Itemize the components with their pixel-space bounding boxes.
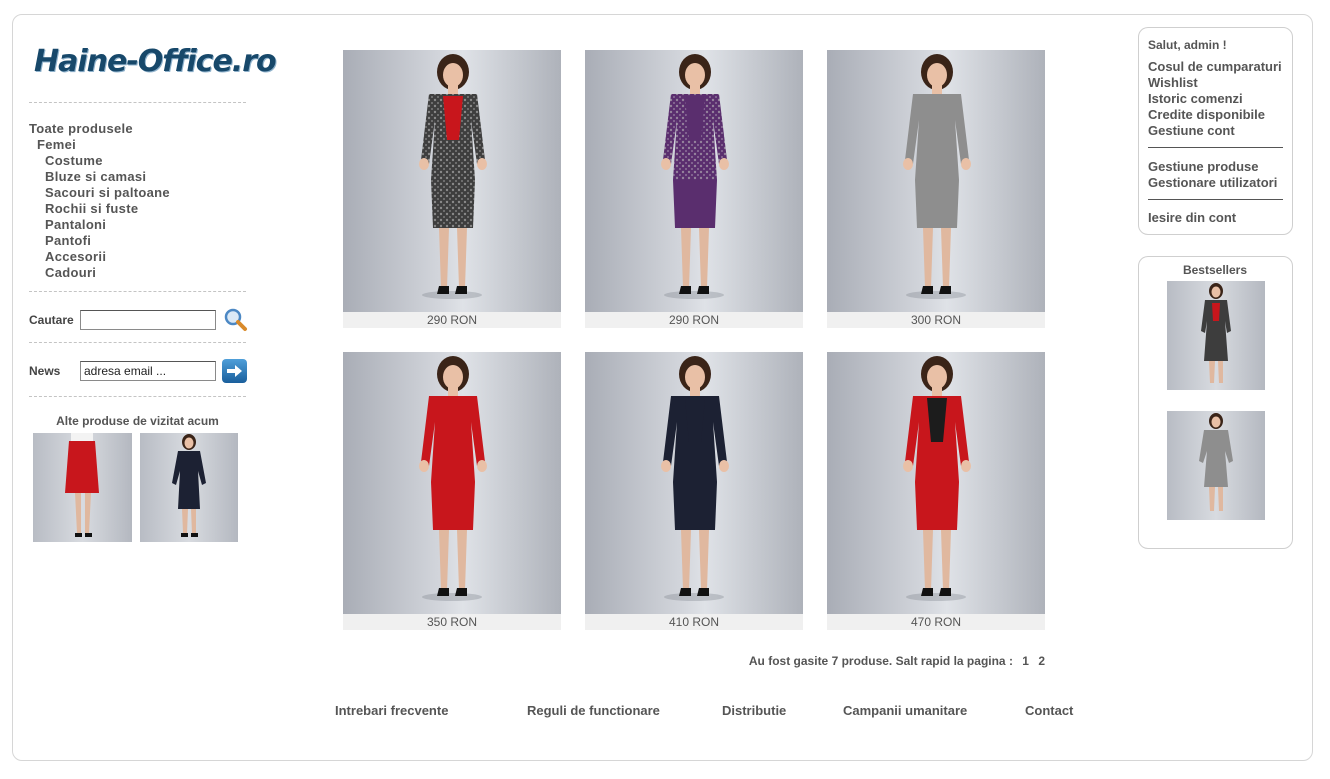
- logo-text: Haine-Office.ro: [34, 44, 277, 79]
- product-card[interactable]: 410 RON: [585, 352, 803, 630]
- product-photo: [1199, 413, 1233, 511]
- product-card[interactable]: 290 RON: [585, 50, 803, 328]
- divider: [29, 102, 246, 103]
- arrow-right-icon: [227, 365, 242, 377]
- account-link-manage-users[interactable]: Gestionare utilizatori: [1148, 175, 1277, 191]
- category-accessories[interactable]: Accesorii: [45, 249, 106, 265]
- product-image[interactable]: [827, 352, 1045, 614]
- category-all-products[interactable]: Toate produsele: [29, 121, 133, 137]
- search-input[interactable]: [80, 310, 216, 330]
- visit-now-title: Alte produse de vizitat acum: [56, 414, 219, 428]
- category-jackets-coats[interactable]: Sacouri si paltoane: [45, 185, 170, 201]
- newsletter-submit-button[interactable]: [222, 359, 247, 383]
- product-photo: [903, 356, 971, 601]
- product-image[interactable]: [585, 50, 803, 312]
- category-dresses-skirts[interactable]: Rochii si fuste: [45, 201, 138, 217]
- product-price: 300 RON: [827, 312, 1045, 328]
- divider: [1148, 199, 1283, 200]
- logout-link[interactable]: Iesire din cont: [1148, 210, 1236, 226]
- product-card[interactable]: 470 RON: [827, 352, 1045, 630]
- bestseller-thumb[interactable]: [1167, 411, 1265, 520]
- results-count-text: Au fost gasite 7 produse. Salt rapid la …: [748, 654, 1013, 668]
- bestseller-thumb[interactable]: [1167, 281, 1265, 390]
- product-price: 290 RON: [343, 312, 561, 328]
- magnifier-icon: [224, 308, 247, 331]
- category-suits[interactable]: Costume: [45, 153, 103, 169]
- product-image[interactable]: [585, 352, 803, 614]
- search-button[interactable]: [222, 307, 248, 333]
- product-photo: [419, 54, 487, 299]
- product-photo: [661, 356, 729, 601]
- divider: [29, 396, 246, 397]
- results-summary: Au fost gasite 7 produse. Salt rapid la …: [700, 654, 1045, 668]
- footer-link-rules[interactable]: Reguli de functionare: [527, 703, 660, 718]
- product-image[interactable]: [827, 50, 1045, 312]
- bestsellers-title: Bestsellers: [1182, 263, 1248, 277]
- product-card[interactable]: 350 RON: [343, 352, 561, 630]
- product-image[interactable]: [343, 352, 561, 614]
- category-blouses[interactable]: Bluze si camasi: [45, 169, 146, 185]
- product-image[interactable]: [343, 50, 561, 312]
- product-price: 290 RON: [585, 312, 803, 328]
- product-price: 410 RON: [585, 614, 803, 630]
- product-card[interactable]: 300 RON: [827, 50, 1045, 328]
- product-price: 470 RON: [827, 614, 1045, 630]
- account-link-manage-products[interactable]: Gestiune produse: [1148, 159, 1259, 175]
- product-photo: [172, 434, 206, 537]
- visit-product-thumb[interactable]: [33, 433, 132, 542]
- product-photo: [1201, 283, 1231, 383]
- page-link-1[interactable]: 1: [1022, 654, 1029, 668]
- product-price: 350 RON: [343, 614, 561, 630]
- account-greeting: Salut, admin !: [1148, 38, 1227, 52]
- newsletter-email-input[interactable]: [80, 361, 216, 381]
- footer-link-distribution[interactable]: Distributie: [722, 703, 786, 718]
- product-photo: [419, 356, 487, 601]
- category-trousers[interactable]: Pantaloni: [45, 217, 106, 233]
- footer-link-contact[interactable]: Contact: [1025, 703, 1073, 718]
- category-shoes[interactable]: Pantofi: [45, 233, 91, 249]
- footer-link-campaigns[interactable]: Campanii umanitare: [843, 703, 967, 718]
- category-women[interactable]: Femei: [37, 137, 76, 153]
- site-logo[interactable]: Haine-Office.ro: [34, 38, 277, 86]
- product-card[interactable]: 290 RON: [343, 50, 561, 328]
- product-photo: [661, 54, 729, 299]
- account-link-credits[interactable]: Credite disponibile: [1148, 107, 1265, 123]
- divider: [1148, 147, 1283, 148]
- search-label: Cautare: [29, 313, 74, 327]
- footer-link-faq[interactable]: Intrebari frecvente: [335, 703, 448, 718]
- product-photo: [65, 433, 99, 537]
- product-photo: [903, 54, 971, 299]
- account-link-order-history[interactable]: Istoric comenzi: [1148, 91, 1243, 107]
- divider: [29, 291, 246, 292]
- category-gifts[interactable]: Cadouri: [45, 265, 96, 281]
- page-link-2[interactable]: 2: [1038, 654, 1045, 668]
- account-link-cart[interactable]: Cosul de cumparaturi: [1148, 59, 1282, 75]
- divider: [29, 342, 246, 343]
- visit-product-thumb[interactable]: [140, 433, 238, 542]
- account-link-manage-account[interactable]: Gestiune cont: [1148, 123, 1235, 139]
- news-label: News: [29, 364, 61, 378]
- account-link-wishlist[interactable]: Wishlist: [1148, 75, 1198, 91]
